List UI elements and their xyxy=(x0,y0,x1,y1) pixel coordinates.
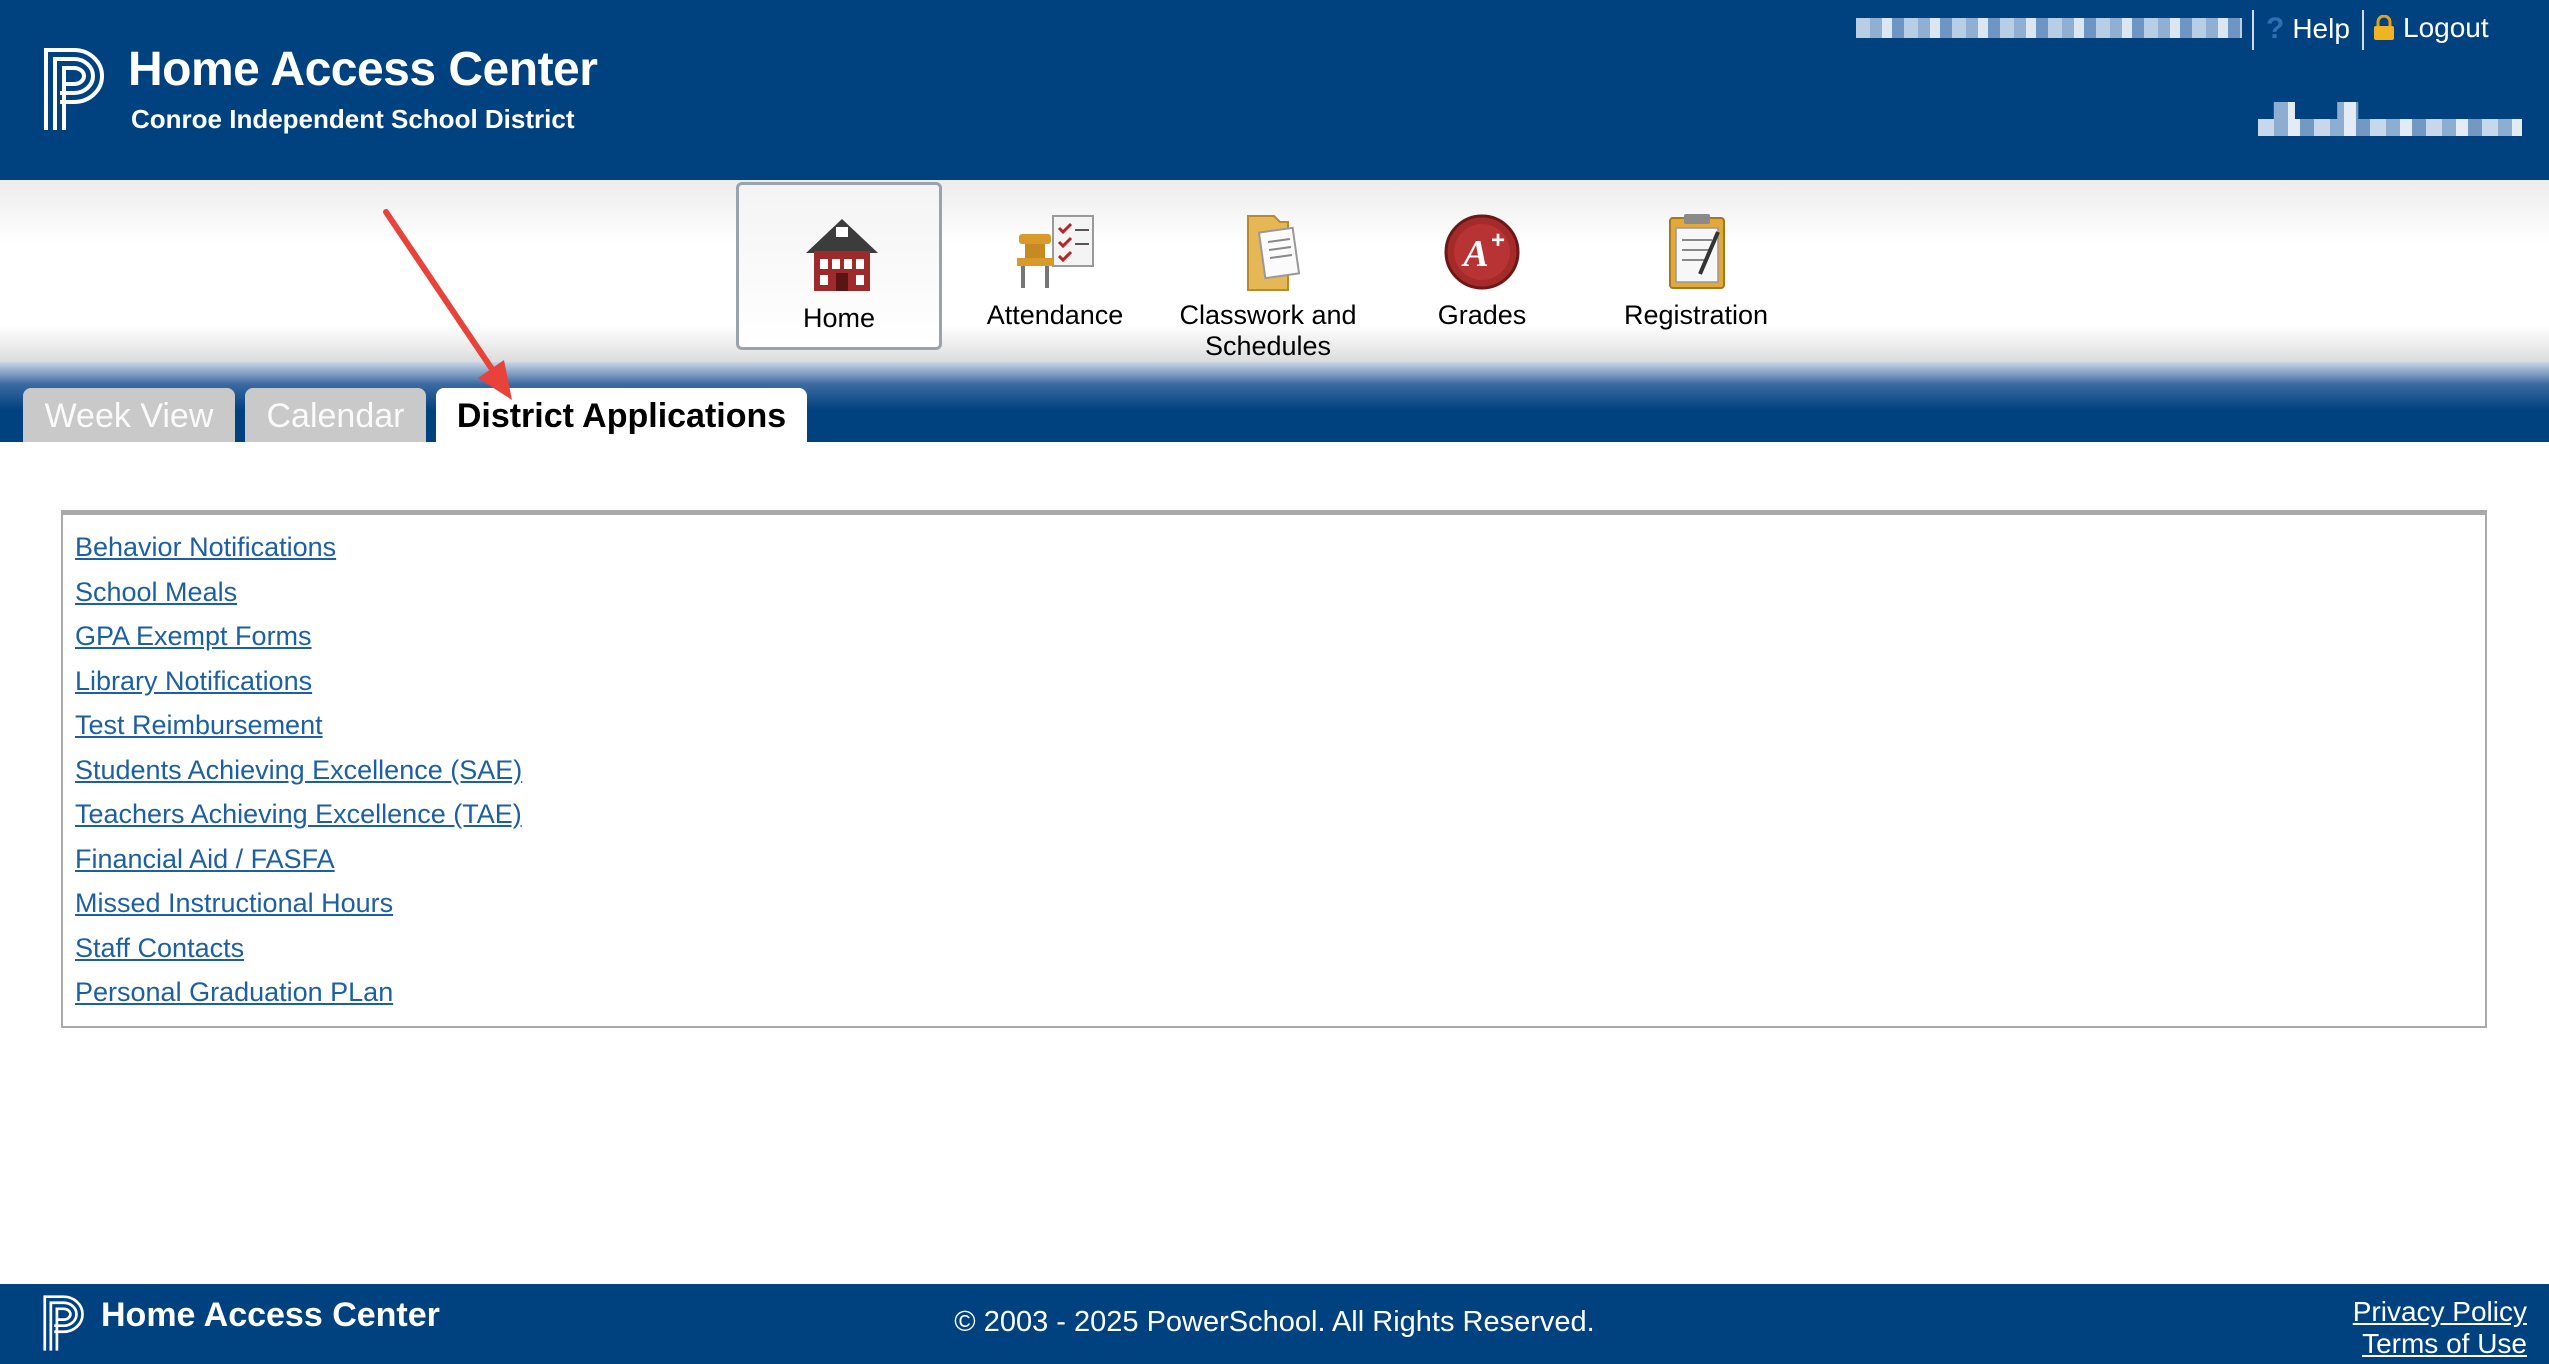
list-item: Staff Contacts xyxy=(75,930,522,975)
header-divider xyxy=(2362,10,2364,50)
powerschool-logo-icon xyxy=(44,48,104,130)
app-link-library-notifications[interactable]: Library Notifications xyxy=(75,666,312,696)
app-link-financial-aid-fasfa[interactable]: Financial Aid / FASFA xyxy=(75,844,335,874)
nav-attendance[interactable]: Attendance xyxy=(952,182,1158,350)
list-item: Teachers Achieving Excellence (TAE) xyxy=(75,796,522,841)
nav-label: Classwork and Schedules xyxy=(1179,300,1357,361)
nav-classwork-and-schedules[interactable]: Classwork and Schedules xyxy=(1165,182,1371,361)
nav-home[interactable]: Home xyxy=(736,182,942,350)
list-item: Financial Aid / FASFA xyxy=(75,841,522,886)
list-item: Personal Graduation PLan xyxy=(75,974,522,1019)
nav-label: Home xyxy=(802,303,876,333)
app-link-gpa-exempt-forms[interactable]: GPA Exempt Forms xyxy=(75,621,312,651)
terms-of-use-link[interactable]: Terms of Use xyxy=(2362,1328,2527,1360)
app-link-school-meals[interactable]: School Meals xyxy=(75,577,237,607)
tab-district-applications[interactable]: District Applications xyxy=(436,388,807,442)
app-link-staff-contacts[interactable]: Staff Contacts xyxy=(75,933,244,963)
redacted-student-name xyxy=(2258,102,2522,136)
list-item: Behavior Notifications xyxy=(75,529,522,574)
schoolhouse-icon xyxy=(806,219,878,291)
logout-link[interactable]: Logout xyxy=(2373,12,2489,44)
app-link-personal-graduation-plan[interactable]: Personal Graduation PLan xyxy=(75,977,393,1007)
a-plus-icon: A + xyxy=(1444,214,1520,290)
nav-label: Attendance xyxy=(986,300,1124,330)
folder-documents-icon xyxy=(1247,215,1301,291)
nav-label: Grades xyxy=(1437,300,1527,330)
app-link-teachers-achieving-excellence[interactable]: Teachers Achieving Excellence (TAE) xyxy=(75,799,522,829)
district-applications-list: Behavior Notifications School Meals GPA … xyxy=(75,529,522,1019)
svg-text:A: A xyxy=(1461,233,1488,275)
privacy-policy-link[interactable]: Privacy Policy xyxy=(2353,1296,2527,1328)
list-item: Test Reimbursement xyxy=(75,707,522,752)
tab-week-view[interactable]: Week View xyxy=(23,388,235,442)
desk-checklist-icon xyxy=(1017,215,1094,288)
clipboard-icon xyxy=(1669,214,1725,289)
app-link-missed-instructional-hours[interactable]: Missed Instructional Hours xyxy=(75,888,393,918)
tab-calendar[interactable]: Calendar xyxy=(245,388,426,442)
footer-bar: Home Access Center © 2003 - 2025 PowerSc… xyxy=(0,1284,2549,1364)
nav-grades[interactable]: A + Grades xyxy=(1379,182,1585,350)
district-name: Conroe Independent School District xyxy=(131,104,575,134)
district-applications-panel: Behavior Notifications School Meals GPA … xyxy=(61,510,2487,1028)
header-divider xyxy=(2252,10,2254,50)
app-title: Home Access Center xyxy=(128,43,598,96)
copyright-text: © 2003 - 2025 PowerSchool. All Rights Re… xyxy=(954,1306,1595,1338)
list-item: School Meals xyxy=(75,574,522,619)
redacted-user-name xyxy=(1856,18,2242,38)
list-item: GPA Exempt Forms xyxy=(75,618,522,663)
app-link-behavior-notifications[interactable]: Behavior Notifications xyxy=(75,532,336,562)
list-item: Missed Instructional Hours xyxy=(75,885,522,930)
help-link[interactable]: ? Help xyxy=(2266,12,2350,46)
list-item: Students Achieving Excellence (SAE) xyxy=(75,752,522,797)
app-link-students-achieving-excellence[interactable]: Students Achieving Excellence (SAE) xyxy=(75,755,522,785)
app-link-test-reimbursement[interactable]: Test Reimbursement xyxy=(75,710,323,740)
nav-registration[interactable]: Registration xyxy=(1593,182,1799,350)
nav-label: Registration xyxy=(1623,300,1769,330)
list-item: Library Notifications xyxy=(75,663,522,708)
header-bar: Home Access Center Conroe Independent Sc… xyxy=(0,0,2549,180)
svg-text:+: + xyxy=(1491,227,1505,254)
help-icon: ? xyxy=(2266,12,2285,45)
lock-icon xyxy=(2374,15,2394,40)
